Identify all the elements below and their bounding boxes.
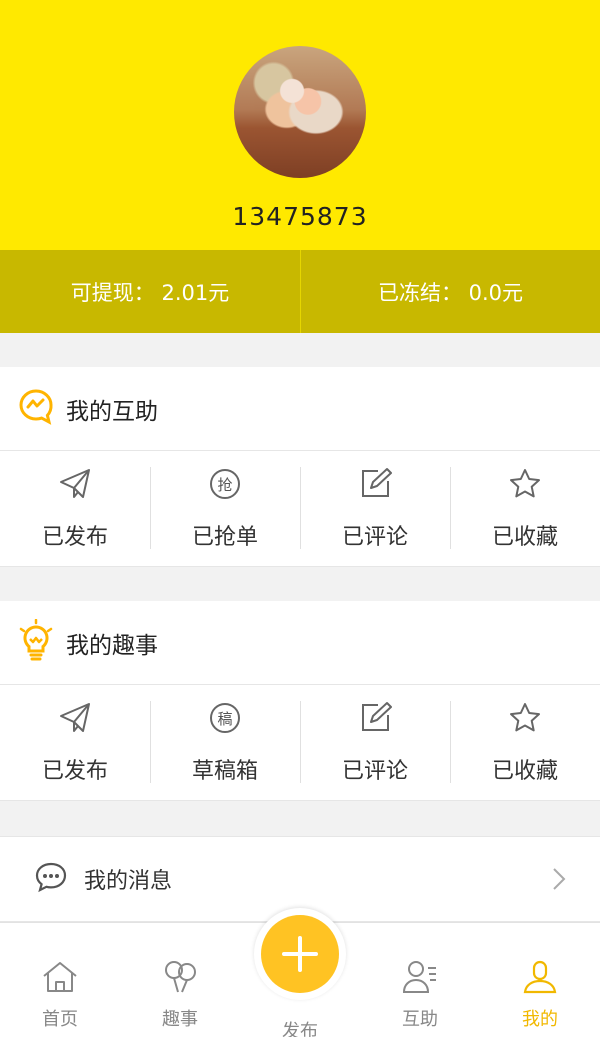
draft-icon: 稿 <box>210 703 240 733</box>
fun-commented-button[interactable]: 已评论 <box>300 685 450 800</box>
my-fun-grid: 已发布 稿 草稿箱 已评论 已收藏 <box>0 685 600 801</box>
my-fun-card: 我的趣事 已发布 稿 草稿箱 已评论 已收藏 <box>0 601 600 801</box>
fun-drafts-button[interactable]: 稿 草稿箱 <box>150 685 300 800</box>
tab-home[interactable]: 首页 <box>0 923 120 1037</box>
chat-bubble-icon <box>16 387 56 431</box>
help-published-label: 已发布 <box>41 525 108 550</box>
help-grabbed-button[interactable]: 抢 已抢单 <box>150 451 300 566</box>
my-messages-label: 我的消息 <box>84 869 173 894</box>
home-icon <box>41 959 79 995</box>
tab-help-label: 互助 <box>402 1009 438 1030</box>
withdrawable-balance[interactable]: 可提现： 2.01元 <box>0 250 300 333</box>
message-dots-icon <box>34 861 68 897</box>
help-favorited-label: 已收藏 <box>491 525 558 550</box>
publish-button[interactable] <box>254 908 346 1000</box>
my-help-grid: 已发布 抢 已抢单 已评论 已收藏 <box>0 451 600 567</box>
tab-help[interactable]: 互助 <box>360 923 480 1037</box>
my-help-title: 我的互助 <box>66 398 158 425</box>
paper-plane-icon <box>58 701 92 735</box>
edit-icon <box>358 467 392 501</box>
fun-favorited-button[interactable]: 已收藏 <box>450 685 600 800</box>
help-published-button[interactable]: 已发布 <box>0 451 150 566</box>
star-icon <box>508 467 542 501</box>
paper-plane-icon <box>58 467 92 501</box>
fun-commented-label: 已评论 <box>341 759 408 784</box>
help-commented-label: 已评论 <box>341 525 408 550</box>
star-icon <box>508 701 542 735</box>
balance-bar: 可提现： 2.01元 已冻结： 0.0元 <box>0 250 600 333</box>
my-fun-title: 我的趣事 <box>66 632 158 659</box>
tab-mine-label: 我的 <box>522 1009 558 1030</box>
tab-fun[interactable]: 趣事 <box>120 923 240 1037</box>
tab-fun-label: 趣事 <box>162 1009 198 1030</box>
user-avatar[interactable] <box>234 46 366 178</box>
my-help-card: 我的互助 已发布 抢 已抢单 已评论 已收藏 <box>0 367 600 567</box>
publish-button-inner <box>261 915 339 993</box>
tab-mine[interactable]: 我的 <box>480 923 600 1037</box>
help-commented-button[interactable]: 已评论 <box>300 451 450 566</box>
balloons-icon <box>161 959 199 995</box>
tab-home-label: 首页 <box>42 1009 78 1030</box>
help-favorited-button[interactable]: 已收藏 <box>450 451 600 566</box>
plus-icon <box>282 936 318 972</box>
fun-published-button[interactable]: 已发布 <box>0 685 150 800</box>
help-grabbed-label: 已抢单 <box>191 525 258 550</box>
lightbulb-icon <box>16 618 56 667</box>
contacts-icon <box>401 959 439 995</box>
edit-icon <box>358 701 392 735</box>
user-phone: 13475873 <box>232 202 368 231</box>
my-help-header: 我的互助 <box>0 367 600 451</box>
frozen-balance[interactable]: 已冻结： 0.0元 <box>300 250 600 333</box>
person-icon <box>521 959 559 995</box>
tab-publish-label: 发布 <box>282 1021 318 1037</box>
chevron-right-icon <box>552 867 566 895</box>
fun-published-label: 已发布 <box>41 759 108 784</box>
my-fun-header: 我的趣事 <box>0 601 600 685</box>
fun-favorited-label: 已收藏 <box>491 759 558 784</box>
grab-order-icon: 抢 <box>210 469 240 499</box>
fun-drafts-label: 草稿箱 <box>191 759 258 784</box>
profile-header: 13475873 <box>0 0 600 250</box>
